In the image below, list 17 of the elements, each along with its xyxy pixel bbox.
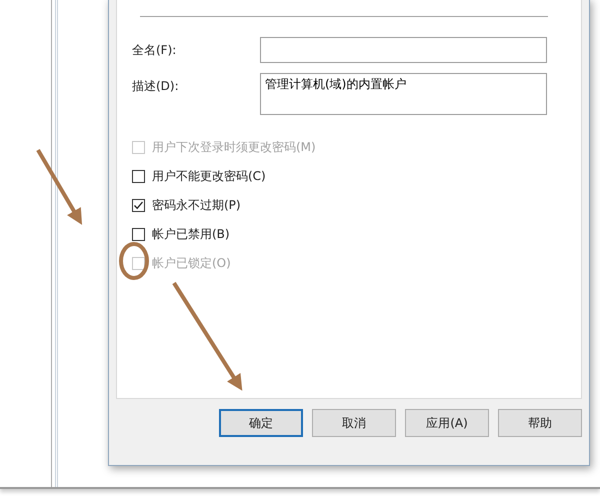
checkbox[interactable] bbox=[132, 228, 145, 241]
dialog-button[interactable]: 应用(A) bbox=[405, 409, 489, 437]
checkbox[interactable] bbox=[132, 199, 145, 212]
input-field[interactable] bbox=[260, 37, 547, 63]
checkbox-label: 用户不能更改密码(C) bbox=[152, 168, 266, 185]
dialog-button[interactable]: 确定 bbox=[219, 409, 303, 437]
checkbox-label: 用户下次登录时须更改密码(M) bbox=[152, 139, 316, 156]
description-field[interactable]: 管理计算机(域)的内置帐户 bbox=[260, 73, 547, 115]
checkbox-label: 密码永不过期(P) bbox=[152, 197, 241, 214]
field-label: 全名(F): bbox=[132, 42, 178, 58]
checkbox-label: 帐户已禁用(B) bbox=[152, 226, 230, 243]
field-label: 描述(D): bbox=[132, 78, 180, 94]
checkbox-label: 帐户已锁定(O) bbox=[152, 255, 231, 272]
dialog-button[interactable]: 取消 bbox=[312, 409, 396, 437]
circle-annotation bbox=[119, 242, 149, 280]
dialog-button[interactable]: 帮助 bbox=[498, 409, 582, 437]
checkbox[interactable] bbox=[132, 170, 145, 183]
